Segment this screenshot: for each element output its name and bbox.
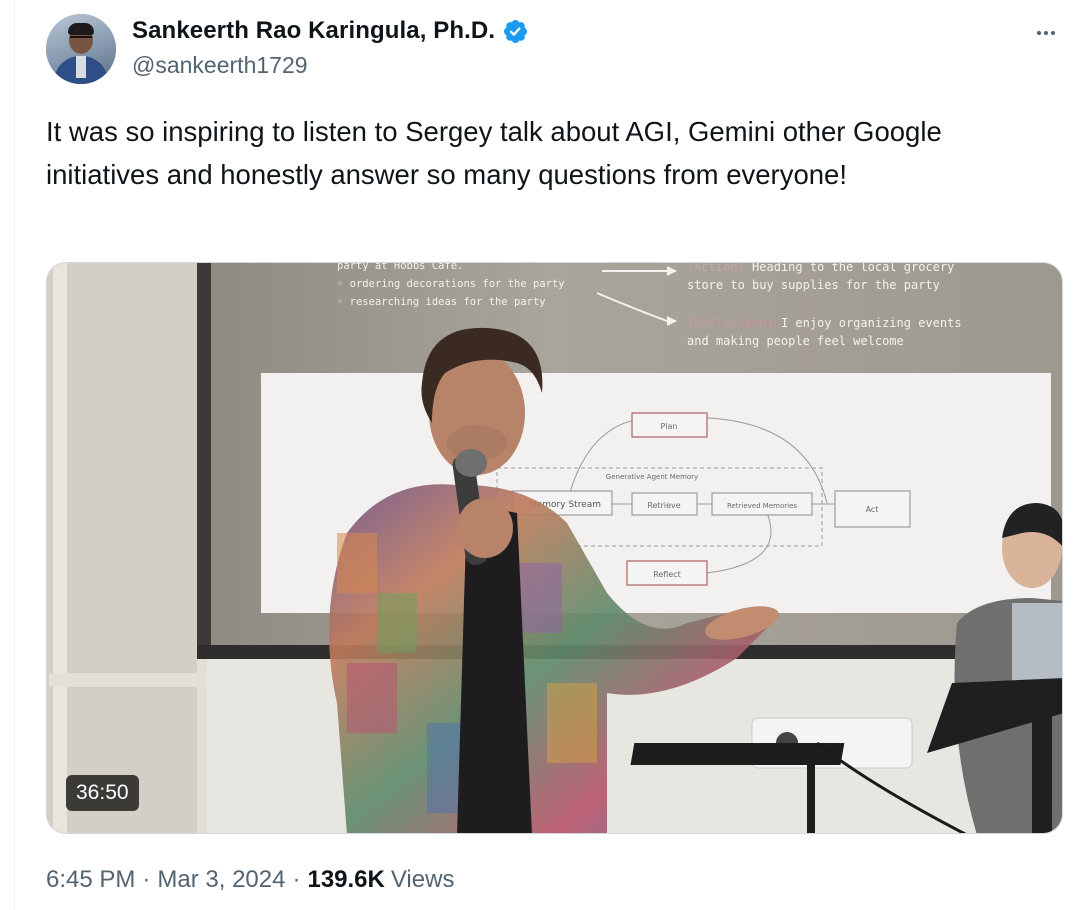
more-options-button[interactable] <box>1028 18 1064 48</box>
avatar[interactable] <box>46 14 116 84</box>
tweet-meta: 6:45 PM · Mar 3, 2024 · 139.6K Views <box>46 866 455 894</box>
diagram-node: Reflect <box>653 570 681 579</box>
timeline-border <box>14 0 15 910</box>
views-count: 139.6K <box>307 866 385 893</box>
views-label: Views <box>390 866 455 893</box>
video-frame: party at Hobbs Cafe. ◦ ordering decorati… <box>47 263 1062 833</box>
diagram-node: Retrieved Memories <box>727 502 797 510</box>
slide-action-line: [Action] Heading to the local grocery <box>687 263 954 274</box>
slide-bullet: party at Hobbs Cafe. <box>337 263 463 272</box>
diagram-container-label: Generative Agent Memory <box>606 473 698 481</box>
slide-action-line: store to buy supplies for the party <box>687 278 940 292</box>
slide-reflection-line: [Reflection] I enjoy organizing events <box>687 316 962 330</box>
author-row: Sankeerth Rao Karingula, Ph.D. <box>132 16 529 46</box>
diagram-node: Plan <box>660 422 677 431</box>
verified-badge-icon <box>504 19 528 43</box>
slide-bullet: ◦ researching ideas for the party <box>337 296 546 308</box>
more-horizontal-icon <box>1037 31 1041 35</box>
diagram-node: Retrieve <box>647 501 680 510</box>
video-player[interactable]: party at Hobbs Cafe. ◦ ordering decorati… <box>46 262 1063 834</box>
tweet-date[interactable]: Mar 3, 2024 <box>157 866 285 894</box>
tweet-time[interactable]: 6:45 PM <box>46 866 135 894</box>
slide-reflection-line: and making people feel welcome <box>687 334 904 348</box>
diagram-node: Act <box>866 505 879 514</box>
author-handle[interactable]: @sankeerth1729 <box>132 52 308 79</box>
video-duration-badge: 36:50 <box>66 775 139 811</box>
tweet-text: It was so inspiring to listen to Sergey … <box>46 116 942 190</box>
slide-bullet: ◦ ordering decorations for the party <box>337 278 565 290</box>
author-display-name[interactable]: Sankeerth Rao Karingula, Ph.D. <box>132 17 495 45</box>
